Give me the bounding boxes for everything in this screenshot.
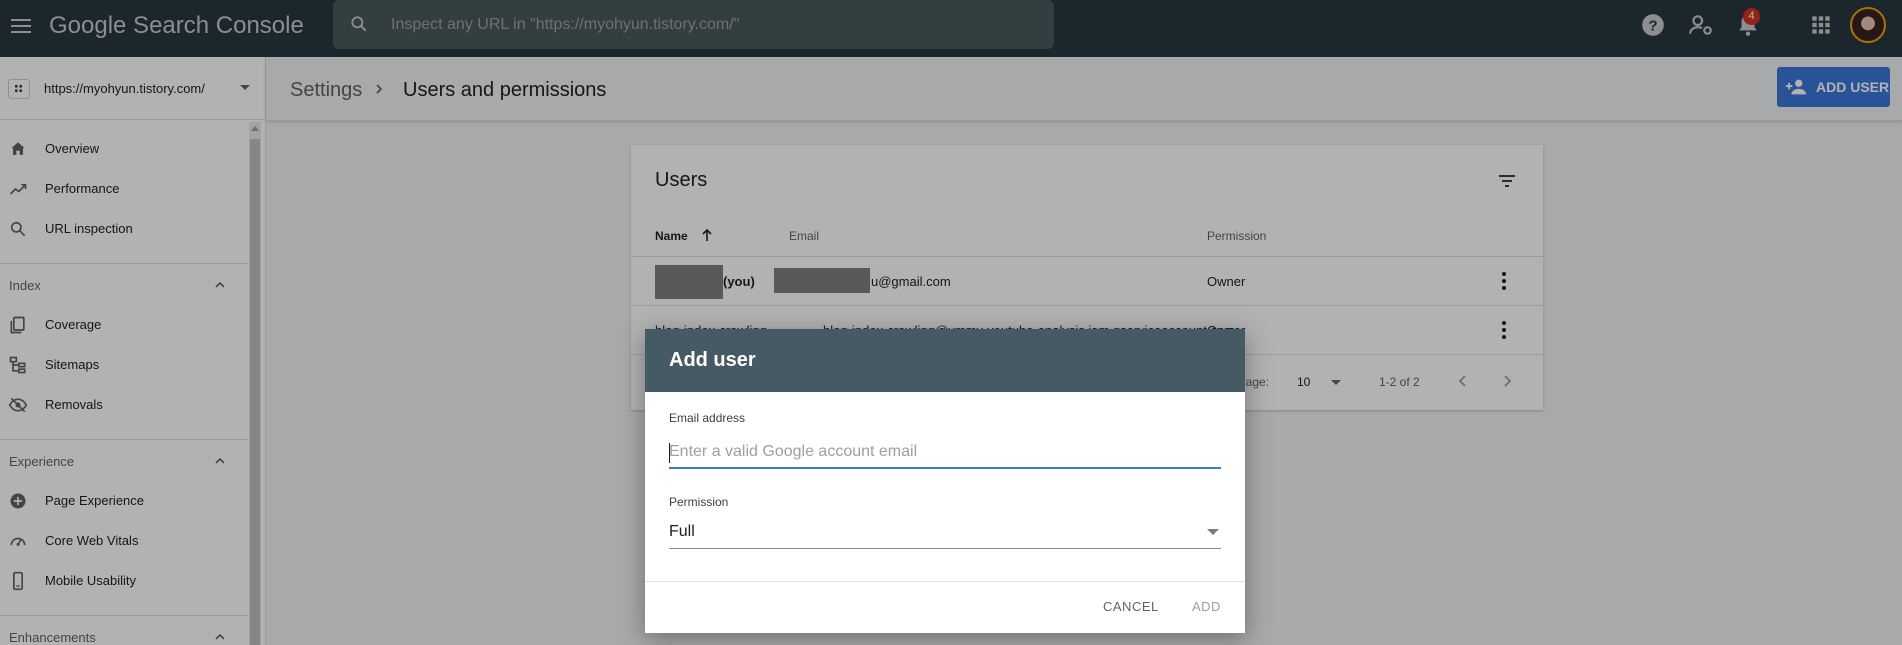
email-field[interactable]	[669, 437, 1221, 469]
dropdown-caret-icon[interactable]	[1207, 529, 1219, 535]
permission-value: Full	[669, 523, 695, 540]
dialog-title: Add user	[669, 349, 756, 371]
text-cursor	[669, 443, 670, 463]
permission-select[interactable]: Full	[669, 517, 1221, 549]
divider	[645, 581, 1245, 582]
permission-label: Permission	[669, 495, 729, 509]
email-label: Email address	[669, 411, 746, 425]
add-user-dialog: Add user Email address Permission Full C…	[645, 329, 1245, 633]
add-button[interactable]: ADD	[1192, 599, 1221, 614]
cancel-button[interactable]: CANCEL	[1103, 599, 1159, 614]
dialog-header: Add user	[645, 329, 1245, 392]
